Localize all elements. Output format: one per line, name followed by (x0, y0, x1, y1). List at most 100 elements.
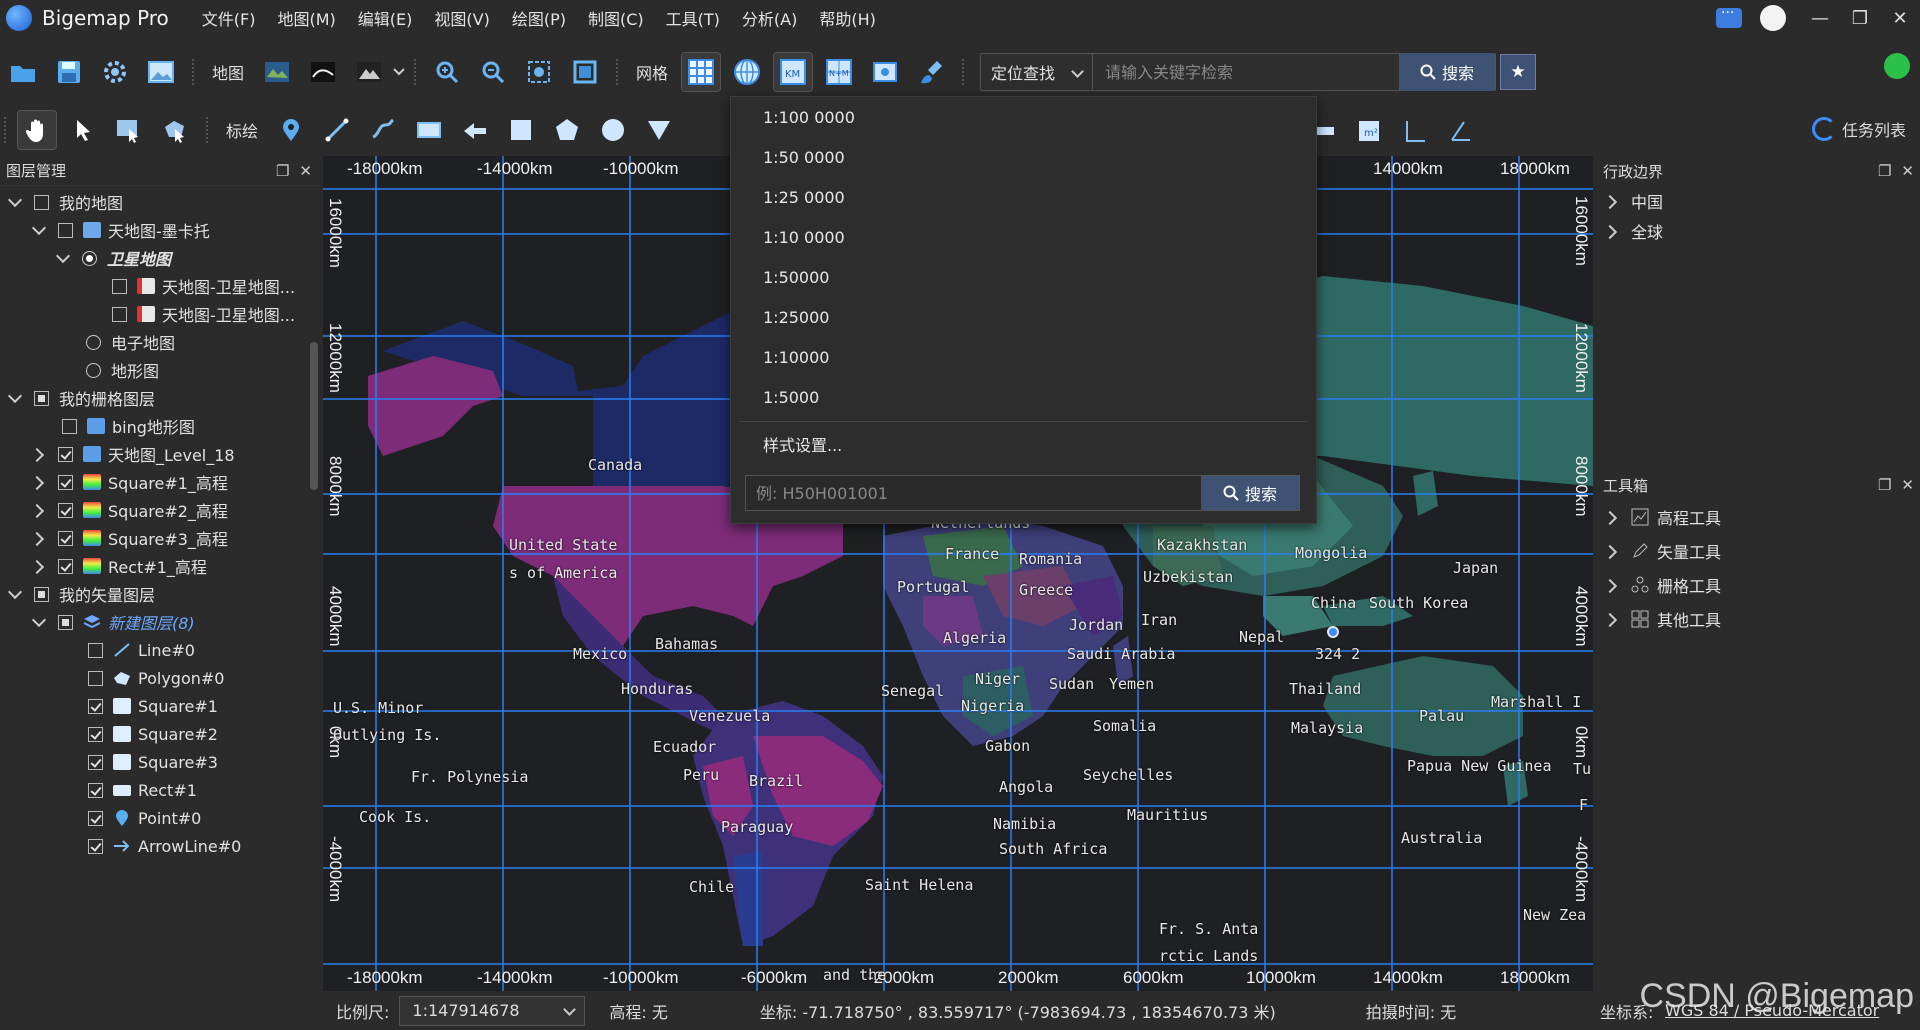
layer-checkbox[interactable] (58, 446, 73, 462)
chevron-right-icon[interactable] (32, 447, 46, 461)
line-draw-icon[interactable] (318, 111, 356, 149)
layer-checkbox[interactable] (88, 670, 103, 686)
layer-checkbox[interactable] (34, 194, 49, 210)
nm-grid-icon[interactable]: N+M (820, 53, 858, 91)
menu-map[interactable]: 地图(M) (267, 6, 347, 30)
open-folder-icon[interactable] (4, 53, 42, 91)
task-list-button[interactable]: 任务列表 (1811, 117, 1906, 141)
layer-checkbox[interactable] (58, 222, 73, 238)
chevron-right-icon[interactable] (1605, 510, 1619, 524)
chevron-down-icon[interactable] (8, 391, 22, 405)
layer-polygon0[interactable]: Polygon#0 (0, 664, 318, 692)
chevron-right-icon[interactable] (32, 559, 46, 573)
minimize-button[interactable]: — (1800, 0, 1840, 36)
layer-tianditu-level18[interactable]: 天地图_Level_18 (0, 440, 318, 468)
scale-option[interactable]: 1:50000 (731, 257, 1316, 297)
chevron-right-icon[interactable] (32, 503, 46, 517)
sheet-number-input[interactable] (746, 476, 1201, 510)
toolbox-vector[interactable]: 矢量工具 (1597, 534, 1920, 568)
pan-hand-icon[interactable] (17, 110, 57, 150)
layer-square2-elevation[interactable]: Square#2_高程 (0, 496, 318, 524)
location-pin-icon[interactable] (1327, 626, 1339, 638)
layer-bing-terrain[interactable]: bing地形图 (0, 412, 318, 440)
layer-checkbox[interactable] (88, 838, 103, 854)
close-panel-icon[interactable]: ✕ (1901, 162, 1914, 180)
layer-tianditu-satellite-2[interactable]: 天地图-卫星地图... (0, 300, 318, 328)
menu-draw[interactable]: 绘图(P) (501, 6, 577, 30)
chevron-down-icon[interactable] (8, 587, 22, 601)
toolbox-raster[interactable]: 栅格工具 (1597, 568, 1920, 602)
layer-rect1[interactable]: Rect#1 (0, 776, 318, 804)
admin-item-global[interactable]: 全球 (1597, 216, 1920, 246)
layer-panel-scrollbar[interactable] (310, 342, 318, 490)
layer-line0[interactable]: Line#0 (0, 636, 318, 664)
message-icon[interactable] (1716, 5, 1742, 28)
chevron-down-icon[interactable] (8, 195, 22, 209)
layer-checkbox[interactable] (62, 418, 77, 434)
layer-satellite-map[interactable]: 卫星地图 (0, 244, 318, 272)
zoom-out-icon[interactable] (474, 53, 512, 91)
layer-square1[interactable]: Square#1 (0, 692, 318, 720)
menu-help[interactable]: 帮助(H) (808, 6, 887, 30)
layer-tianditu-satellite-1[interactable]: 天地图-卫星地图... (0, 272, 318, 300)
night-map-icon[interactable] (304, 53, 342, 91)
area-measure-icon[interactable]: m² (1350, 112, 1388, 150)
layer-checkbox[interactable] (34, 390, 49, 406)
satellite-map-icon[interactable] (258, 53, 296, 91)
scale-option[interactable]: 1:10000 (731, 337, 1316, 377)
layer-radio[interactable] (82, 250, 97, 266)
layer-checkbox[interactable] (88, 782, 103, 798)
full-extent-icon[interactable] (566, 53, 604, 91)
layer-group-my-map[interactable]: 我的地图 (0, 188, 318, 216)
layer-checkbox[interactable] (88, 754, 103, 770)
chevron-down-icon[interactable] (392, 66, 406, 78)
save-icon[interactable] (50, 53, 88, 91)
scale-option[interactable]: 1:5000 (731, 377, 1316, 417)
scale-option[interactable]: 1:50 0000 (731, 137, 1316, 177)
pentagon-draw-icon[interactable] (548, 111, 586, 149)
layer-square3[interactable]: Square#3 (0, 748, 318, 776)
user-avatar[interactable] (1760, 5, 1786, 31)
scale-option[interactable]: 1:100 0000 (731, 97, 1316, 137)
menu-tools[interactable]: 工具(T) (655, 6, 731, 30)
layer-checkbox[interactable] (58, 614, 73, 630)
menu-view[interactable]: 视图(V) (423, 6, 500, 30)
chevron-right-icon[interactable] (1605, 578, 1619, 592)
km-grid-icon[interactable]: KM (773, 52, 814, 92)
layer-checkbox[interactable] (88, 642, 103, 658)
rectangle-draw-icon[interactable] (410, 111, 448, 149)
curve-draw-icon[interactable] (364, 111, 402, 149)
chevron-down-icon[interactable] (32, 223, 46, 237)
sheet-search-button[interactable]: 搜索 (1201, 476, 1299, 510)
chevron-right-icon[interactable] (32, 475, 46, 489)
menu-edit[interactable]: 编辑(E) (347, 6, 424, 30)
float-panel-icon[interactable]: ❐ (276, 162, 289, 180)
keyword-search-input[interactable] (1093, 54, 1400, 90)
wechat-icon[interactable] (1884, 53, 1910, 79)
zoom-extent-icon[interactable] (520, 53, 558, 91)
restore-button[interactable]: ❐ (1840, 0, 1880, 36)
layer-checkbox[interactable] (88, 726, 103, 742)
circle-draw-icon[interactable] (594, 111, 632, 149)
clear-brush-icon[interactable] (912, 53, 950, 91)
menu-file[interactable]: 文件(F) (191, 6, 267, 30)
chevron-right-icon[interactable] (1605, 544, 1619, 558)
image-export-icon[interactable] (142, 53, 180, 91)
chevron-right-icon[interactable] (1605, 224, 1619, 238)
layer-radio[interactable] (86, 362, 101, 378)
chevron-down-icon[interactable] (56, 251, 70, 265)
search-button[interactable]: 搜索 (1399, 53, 1496, 91)
favorite-star-icon[interactable]: ★ (1500, 54, 1537, 90)
float-panel-icon[interactable]: ❐ (1878, 162, 1891, 180)
chevron-right-icon[interactable] (1605, 612, 1619, 626)
square-draw-icon[interactable] (502, 111, 540, 149)
terrain-map-icon[interactable] (350, 53, 388, 91)
grid-scale-icon[interactable] (681, 52, 722, 92)
layer-arrowline0[interactable]: ArrowLine#0 (0, 832, 318, 860)
chevron-down-icon[interactable] (32, 615, 46, 629)
layer-radio[interactable] (86, 334, 101, 350)
menu-analysis[interactable]: 分析(A) (731, 6, 808, 30)
layer-square2[interactable]: Square#2 (0, 720, 318, 748)
chevron-right-icon[interactable] (1605, 194, 1619, 208)
scale-select[interactable]: 1:147914678 (399, 995, 586, 1026)
